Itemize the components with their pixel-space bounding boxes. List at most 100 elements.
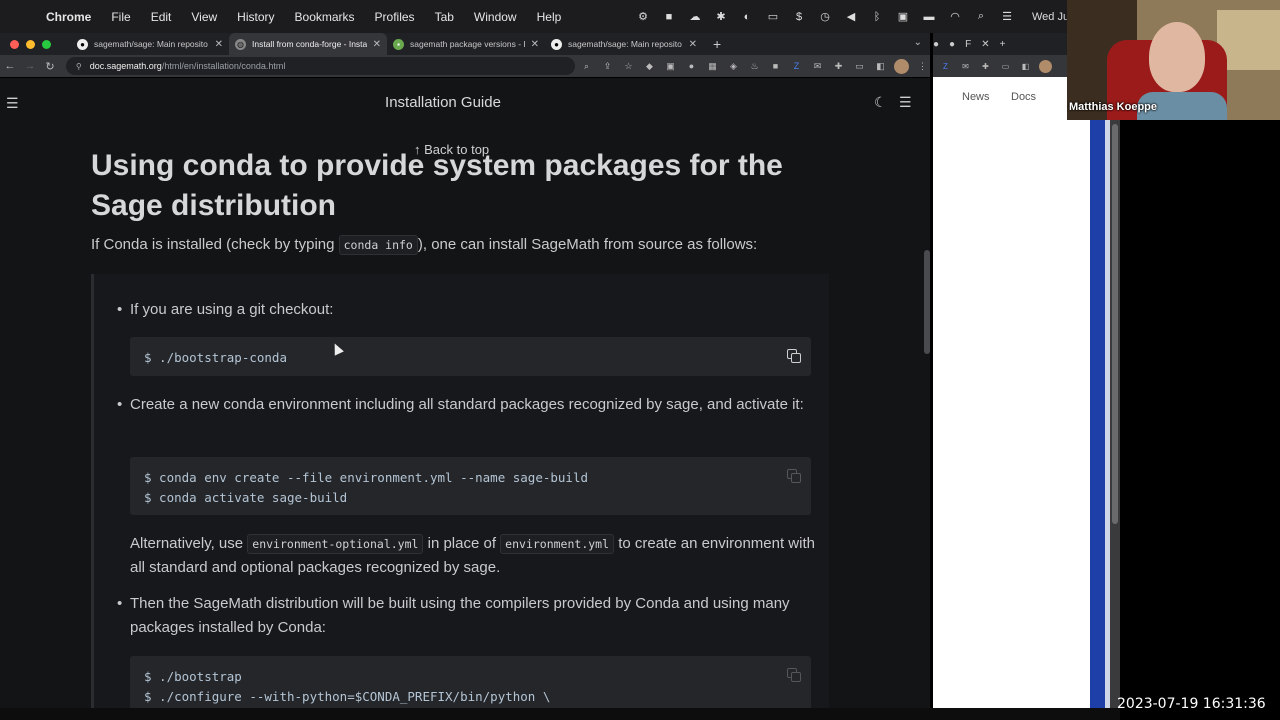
close-tab-icon[interactable]: ✕	[689, 39, 697, 50]
sync-icon[interactable]: ◐	[740, 11, 754, 23]
code-block[interactable]: $ ./bootstrap-conda	[130, 337, 811, 376]
bookmark-star-icon[interactable]: ☆	[621, 59, 636, 74]
tab-title: sagemath/sage: Main reposito	[94, 39, 208, 49]
display-icon[interactable]: ▣	[896, 10, 910, 23]
close-tab-icon[interactable]: ✕	[373, 39, 381, 50]
extension-circle-icon[interactable]: ●	[684, 59, 699, 74]
sidepanel-icon[interactable]: ◧	[1019, 60, 1032, 73]
nav-docs-link[interactable]: Docs	[1011, 91, 1036, 103]
menu-edit[interactable]: Edit	[151, 10, 172, 24]
share-icon[interactable]: ⇪	[600, 59, 615, 74]
webcam-person	[1149, 22, 1205, 92]
sidepanel-icon[interactable]: ◧	[873, 59, 888, 74]
menu-file[interactable]: File	[111, 10, 130, 24]
tab-install-conda[interactable]: ◍ Install from conda-forge - Insta ✕	[229, 33, 387, 55]
status-icons: ⚙ ■ ☁ ✱ ◐ ▭ $ ◷ ◀ ᛒ ▣ ▬ ◠ ⌕ ☰	[636, 0, 1014, 33]
address-bar[interactable]: ⚲ doc.sagemath.org/html/en/installation/…	[65, 57, 576, 75]
list-item: • If you are using a git checkout:	[117, 298, 820, 322]
theme-toggle-icon[interactable]: ☾	[874, 94, 887, 111]
zoom-window-button[interactable]	[42, 39, 51, 49]
menu-view[interactable]: View	[191, 10, 217, 24]
menu-profiles[interactable]: Profiles	[375, 10, 415, 24]
gear-icon[interactable]: ⚙	[636, 10, 650, 23]
code-line: $ ./configure --with-python=$CONDA_PREFI…	[144, 688, 551, 704]
extension-grid-icon[interactable]: ▦	[705, 59, 720, 74]
extension-lock-icon[interactable]: ■	[768, 59, 783, 74]
scroll-thumb[interactable]	[1112, 124, 1118, 524]
copy-icon[interactable]	[787, 349, 803, 365]
menubar-clock[interactable]: Wed Jul	[1032, 0, 1072, 33]
site-info-icon[interactable]: ⚲	[76, 62, 82, 71]
dollar-icon[interactable]: $	[792, 11, 806, 23]
close-tab-icon[interactable]: ✕	[531, 39, 539, 50]
window-controls	[10, 39, 51, 49]
bluetooth-icon[interactable]: ᛒ	[870, 11, 884, 23]
timemachine-icon[interactable]: ◷	[818, 10, 832, 23]
battery-icon[interactable]: ▬	[922, 11, 936, 23]
volume-icon[interactable]: ◀	[844, 10, 858, 23]
intro-paragraph: If Conda is installed (check by typing c…	[91, 235, 758, 255]
close-tab-icon[interactable]: ✕	[215, 39, 223, 50]
menu-window[interactable]: Window	[474, 10, 517, 24]
toc-toggle-icon[interactable]: ☰	[899, 94, 912, 111]
zoom-icon[interactable]: ⌕	[579, 59, 594, 74]
extensions-puzzle-icon[interactable]: ✚	[979, 60, 992, 73]
intro-text: ), one can install SageMath from source …	[417, 236, 758, 253]
tab-title: sagemath package versions - I	[410, 39, 525, 49]
github-icon[interactable]: ●	[949, 39, 955, 50]
box-icon[interactable]: ▭	[766, 10, 780, 23]
extension-shield-icon[interactable]: ◆	[642, 59, 657, 74]
extension-fire-icon[interactable]: ♨	[747, 59, 762, 74]
wifi-icon[interactable]: ◠	[948, 10, 962, 23]
app-icon[interactable]: ✱	[714, 10, 728, 23]
chevron-down-icon[interactable]: ⌄	[914, 37, 922, 48]
cast-icon[interactable]: ▭	[999, 60, 1012, 73]
menu-help[interactable]: Help	[537, 10, 562, 24]
tab-package-versions[interactable]: ▪ sagemath package versions - I ✕	[387, 33, 545, 55]
forward-icon[interactable]: →	[20, 60, 40, 72]
new-tab-icon[interactable]: +	[1000, 39, 1006, 50]
doc-page: ☰ Installation Guide ☾ ☰ Using conda to …	[0, 78, 930, 720]
control-center-icon[interactable]: ☰	[1000, 10, 1014, 23]
code-line: $ conda activate sage-build	[144, 489, 348, 505]
menu-tab[interactable]: Tab	[435, 10, 454, 24]
copy-icon[interactable]	[787, 469, 803, 485]
menu-history[interactable]: History	[237, 10, 274, 24]
minimize-window-button[interactable]	[26, 39, 35, 49]
copy-icon[interactable]	[787, 668, 803, 684]
header-title[interactable]: Installation Guide	[0, 94, 886, 111]
repology-icon: ▪	[393, 38, 404, 50]
avatar[interactable]	[1039, 59, 1052, 73]
reload-icon[interactable]: ↻	[40, 60, 60, 73]
close-tab-icon[interactable]: ✕	[981, 39, 989, 50]
menu-app-name[interactable]: Chrome	[46, 10, 91, 24]
menu-bookmarks[interactable]: Bookmarks	[295, 10, 355, 24]
extension-z-icon[interactable]: Z	[789, 59, 804, 74]
cast-icon[interactable]: ▭	[852, 59, 867, 74]
extension-square-icon[interactable]: ▣	[663, 59, 678, 74]
cloud-icon[interactable]: ☁	[688, 10, 702, 23]
extension-mail-icon[interactable]: ✉	[810, 59, 825, 74]
extensions-puzzle-icon[interactable]: ✚	[831, 59, 846, 74]
extension-z-icon[interactable]: Z	[939, 60, 952, 73]
bullet: •	[117, 396, 123, 413]
code-block[interactable]: $ conda env create --file environment.ym…	[130, 457, 811, 515]
side-scrollbar[interactable]	[1110, 120, 1120, 708]
back-icon[interactable]: ←	[0, 60, 20, 72]
extension-mail-icon[interactable]: ✉	[959, 60, 972, 73]
avatar[interactable]	[894, 58, 910, 74]
dropbox-icon[interactable]: ■	[662, 11, 676, 23]
search-icon[interactable]: ⌕	[974, 10, 988, 23]
extension-clip-icon[interactable]: ◈	[726, 59, 741, 74]
tab-sage-repo-2[interactable]: ● sagemath/sage: Main reposito ✕	[545, 33, 703, 55]
nav-news-link[interactable]: News	[962, 91, 990, 103]
close-window-button[interactable]	[10, 39, 19, 49]
second-browser-window: ● ● F ✕ + Z ✉ ✚ ▭ ◧ News Docs	[933, 33, 1068, 120]
more-menu-icon[interactable]: ⋮	[915, 59, 930, 74]
new-tab-icon[interactable]: +	[713, 36, 721, 52]
code-line: $ ./bootstrap-conda	[144, 350, 287, 365]
tab-icon[interactable]: F	[965, 39, 971, 50]
github-icon[interactable]: ●	[933, 39, 939, 50]
back-to-top-button[interactable]: ↑ Back to top	[414, 142, 489, 157]
tab-sage-repo-1[interactable]: ● sagemath/sage: Main reposito ✕	[71, 33, 229, 55]
